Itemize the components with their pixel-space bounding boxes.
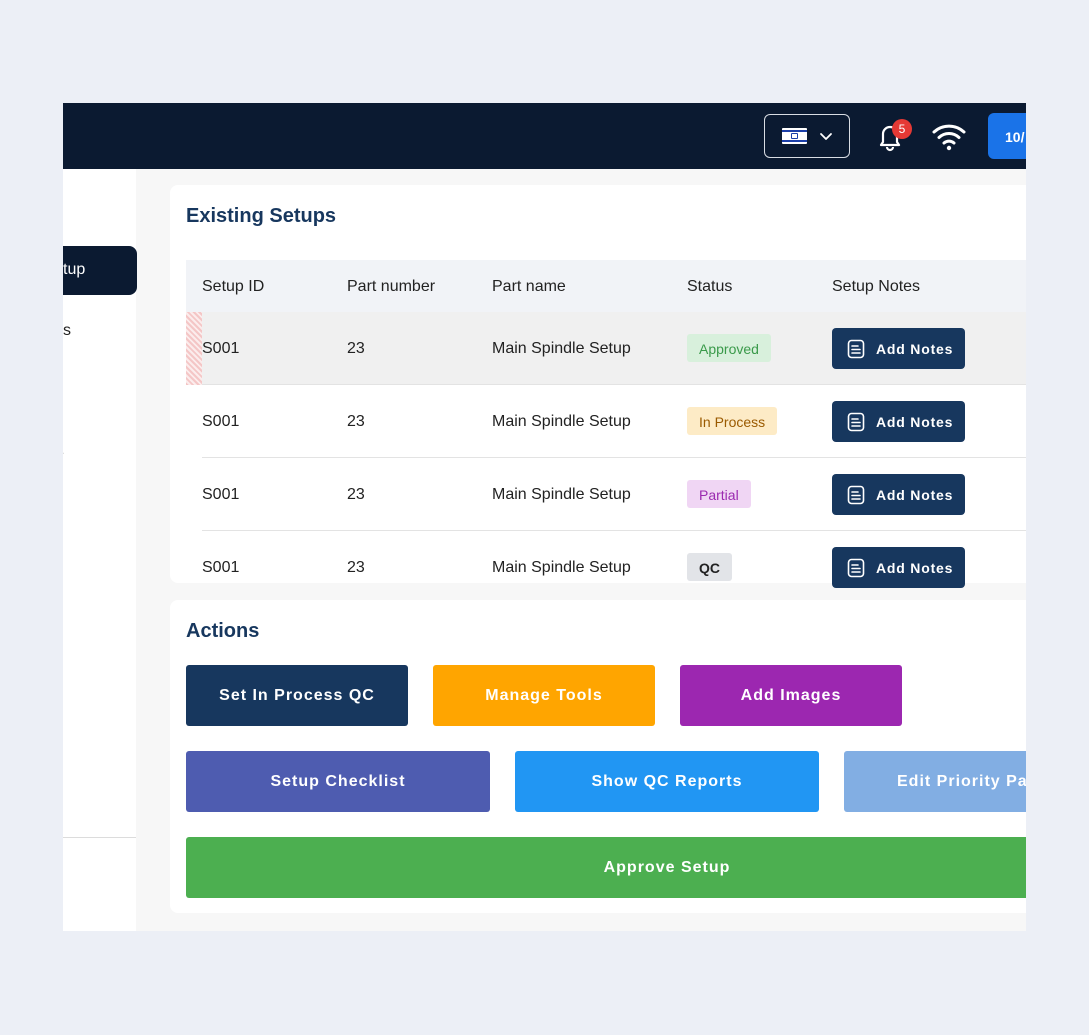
status-badge: Approved [687, 334, 771, 362]
part-name-cell: Main Spindle Setup [492, 486, 631, 503]
add-notes-label: Add Notes [876, 486, 954, 503]
chevron-down-icon [819, 133, 832, 140]
add-notes-button[interactable]: Add Notes [832, 401, 965, 442]
date-button[interactable]: 10/ [988, 113, 1026, 159]
setup-id-cell: S001 [202, 486, 240, 503]
column-header-part-name: Part name [492, 278, 566, 295]
add-notes-button[interactable]: Add Notes [832, 474, 965, 515]
setup-id-cell: S001 [202, 340, 240, 357]
note-icon [847, 485, 865, 504]
setup-id-cell: S001 [202, 559, 240, 576]
row-selection-marker [186, 312, 202, 385]
wifi-icon [932, 124, 966, 151]
sidebar: tup ks e [63, 169, 137, 931]
part-number-cell: 23 [347, 486, 365, 503]
table-row[interactable]: S001 23 Main Spindle Setup Partial Add N… [186, 458, 1026, 531]
israel-flag-icon [781, 128, 807, 144]
column-header-status: Status [687, 278, 733, 295]
part-name-cell: Main Spindle Setup [492, 559, 631, 576]
top-bar: 5 10/ [63, 103, 1026, 169]
table-row[interactable]: S001 23 Main Spindle Setup In Process Ad… [186, 385, 1026, 458]
notification-badge: 5 [892, 119, 912, 139]
column-header-setup-id: Setup ID [202, 278, 265, 295]
add-images-button[interactable]: Add Images [680, 665, 902, 726]
show-qc-reports-button[interactable]: Show QC Reports [515, 751, 819, 812]
table-row[interactable]: S001 23 Main Spindle Setup QC Add Notes [186, 531, 1026, 604]
existing-setups-card: Existing Setups Setup ID Part number Par… [170, 185, 1026, 588]
actions-title: Actions [186, 620, 260, 642]
add-notes-label: Add Notes [876, 413, 954, 430]
edit-priority-button[interactable]: Edit Priority Par [844, 751, 1026, 812]
note-icon [847, 558, 865, 577]
table-header: Setup ID Part number Part name Status Se… [186, 260, 1026, 312]
setup-checklist-button[interactable]: Setup Checklist [186, 751, 490, 812]
app-window: 5 10/ tup ks e Existing Setups Setup ID … [63, 103, 1026, 931]
manage-tools-button[interactable]: Manage Tools [433, 665, 655, 726]
part-name-cell: Main Spindle Setup [492, 340, 631, 357]
column-header-setup-notes: Setup Notes [832, 278, 921, 295]
set-in-process-qc-button[interactable]: Set In Process QC [186, 665, 408, 726]
add-notes-label: Add Notes [876, 340, 954, 357]
sidebar-item-tasks[interactable]: ks [63, 322, 71, 340]
status-badge: QC [687, 553, 732, 581]
part-name-cell: Main Spindle Setup [492, 413, 631, 430]
table-row[interactable]: S001 23 Main Spindle Setup Approved Add … [186, 312, 1026, 385]
sidebar-divider [63, 837, 136, 838]
language-select[interactable] [764, 114, 850, 158]
part-number-cell: 23 [347, 413, 365, 430]
add-notes-button[interactable]: Add Notes [832, 328, 965, 369]
part-number-cell: 23 [347, 559, 365, 576]
existing-setups-title: Existing Setups [186, 205, 337, 227]
setup-id-cell: S001 [202, 413, 240, 430]
sidebar-item-setup[interactable]: tup [63, 246, 137, 295]
sidebar-item-profile[interactable]: e [63, 445, 64, 463]
add-notes-label: Add Notes [876, 559, 954, 576]
approve-setup-button[interactable]: Approve Setup [186, 837, 1026, 898]
column-header-part-number: Part number [347, 278, 436, 295]
status-badge: Partial [687, 480, 751, 508]
status-badge: In Process [687, 407, 778, 435]
note-icon [847, 412, 865, 431]
actions-card: Actions Set In Process QC Manage Tools A… [170, 600, 1026, 913]
part-number-cell: 23 [347, 340, 365, 357]
add-notes-button[interactable]: Add Notes [832, 547, 965, 588]
note-icon [847, 339, 865, 358]
